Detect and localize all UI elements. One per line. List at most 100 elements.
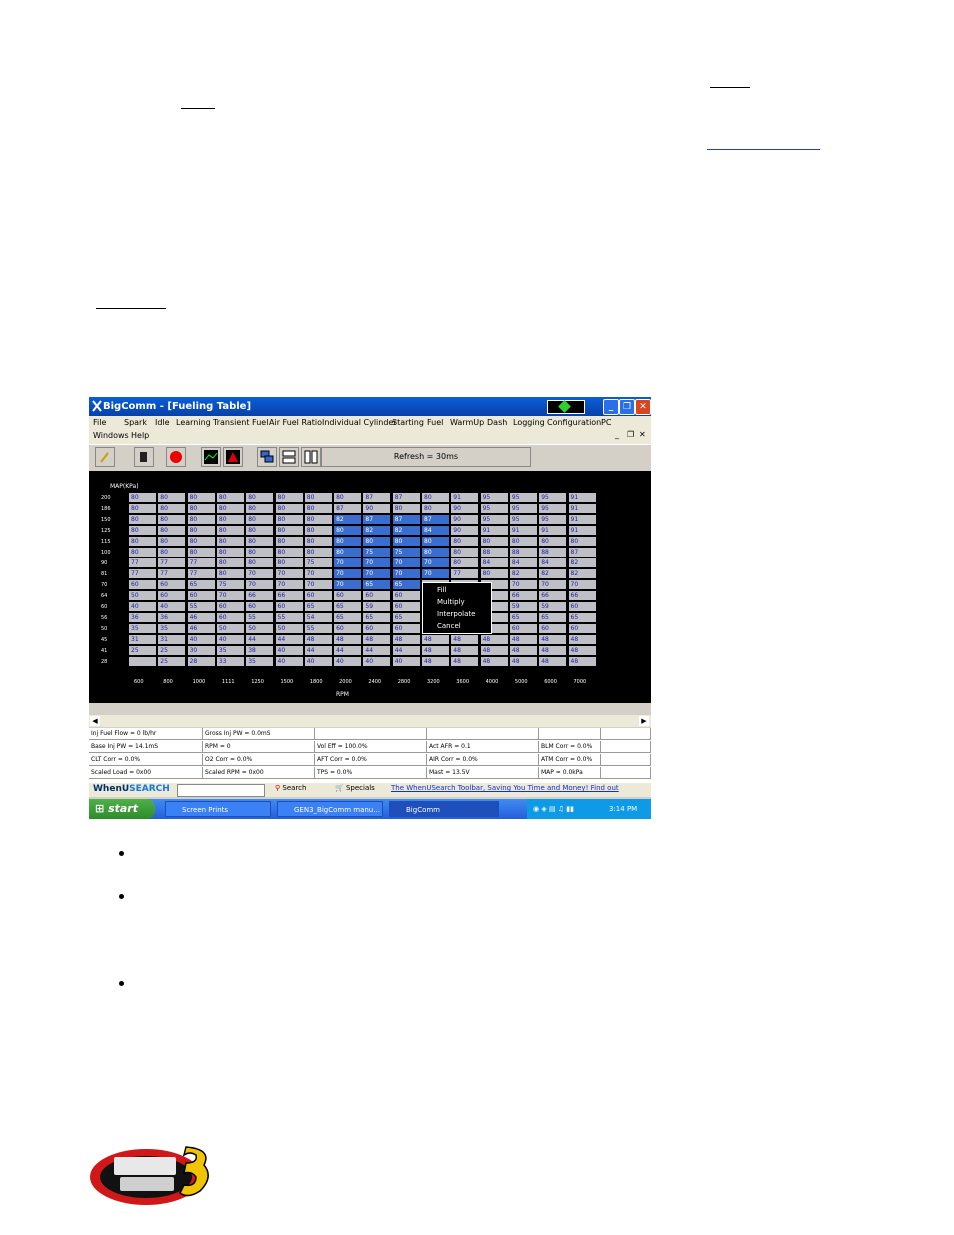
table-cell[interactable]: 54 — [304, 612, 333, 623]
table-cell[interactable]: 48 — [480, 634, 509, 645]
table-cell[interactable]: 44 — [275, 634, 304, 645]
toolbar-button-8[interactable] — [301, 447, 321, 467]
table-cell[interactable]: 80 — [304, 493, 333, 503]
table-cell[interactable]: 35 — [158, 623, 187, 634]
table-cell[interactable]: 90 — [451, 514, 480, 525]
table-cell[interactable]: 46 — [187, 623, 216, 634]
table-cell[interactable]: 80 — [480, 536, 509, 547]
table-cell[interactable]: 84 — [509, 558, 538, 569]
toolbar-button-5[interactable] — [223, 447, 243, 467]
table-cell[interactable]: 80 — [129, 493, 157, 503]
table-cell[interactable]: 87 — [422, 514, 450, 525]
table-cell[interactable]: 95 — [509, 493, 538, 503]
menu-item-individual-cylinder[interactable]: Individual Cylinder — [322, 418, 397, 427]
table-cell[interactable]: 95 — [509, 503, 538, 514]
table-cell[interactable]: 82 — [568, 558, 597, 569]
table-cell[interactable]: 40 — [334, 656, 363, 667]
table-cell[interactable]: 48 — [568, 645, 597, 656]
table-cell[interactable]: 60 — [568, 623, 597, 634]
table-cell[interactable]: 80 — [216, 525, 245, 536]
menu-item-spark[interactable]: Spark — [124, 418, 147, 427]
maximize-button[interactable]: ❐ — [619, 399, 635, 415]
table-cell[interactable]: 95 — [480, 503, 509, 514]
table-cell[interactable]: 80 — [275, 493, 304, 503]
table-cell[interactable]: 80 — [246, 514, 275, 525]
toolbar-button-3[interactable] — [166, 447, 186, 467]
table-cell[interactable]: 59 — [363, 602, 392, 612]
table-cell[interactable]: 70 — [275, 580, 304, 591]
table-cell[interactable]: 25 — [129, 645, 157, 656]
toolbar-button-4[interactable] — [201, 447, 221, 467]
menu-item-file[interactable]: File — [93, 418, 106, 427]
table-cell[interactable]: 48 — [539, 645, 568, 656]
table-cell[interactable]: 80 — [304, 503, 333, 514]
table-cell[interactable]: 48 — [539, 634, 568, 645]
table-cell[interactable]: 80 — [129, 547, 157, 558]
table-cell[interactable]: 91 — [568, 514, 597, 525]
table-cell[interactable]: 36 — [129, 612, 157, 623]
table-cell[interactable]: 80 — [187, 536, 216, 547]
table-cell[interactable]: 65 — [187, 580, 216, 591]
table-cell[interactable]: 31 — [129, 634, 157, 645]
table-cell[interactable]: 95 — [539, 503, 568, 514]
table-cell[interactable]: 80 — [451, 536, 480, 547]
table-cell[interactable]: 70 — [246, 580, 275, 591]
table-cell[interactable]: 33 — [216, 656, 245, 667]
table-cell[interactable]: 80 — [275, 514, 304, 525]
table-cell[interactable]: 80 — [158, 525, 187, 536]
table-cell[interactable]: 80 — [392, 503, 421, 514]
table-cell[interactable]: 66 — [275, 591, 304, 602]
menu-item-help[interactable]: Help — [131, 431, 149, 440]
table-cell[interactable]: 82 — [392, 525, 421, 536]
table-cell[interactable]: 31 — [158, 634, 187, 645]
table-cell[interactable]: 80 — [216, 536, 245, 547]
table-cell[interactable]: 80 — [129, 536, 157, 547]
table-cell[interactable]: 50 — [246, 623, 275, 634]
table-cell[interactable]: 80 — [422, 547, 450, 558]
table-cell[interactable]: 84 — [539, 558, 568, 569]
table-cell[interactable]: 36 — [158, 612, 187, 623]
table-cell[interactable]: 30 — [187, 645, 216, 656]
table-cell[interactable]: 87 — [363, 493, 392, 503]
table-cell[interactable]: 91 — [451, 493, 480, 503]
table-cell[interactable]: 44 — [363, 645, 392, 656]
menu-item-starting[interactable]: Starting — [392, 418, 424, 427]
search-input[interactable] — [177, 784, 265, 797]
menu-item-warmup[interactable]: WarmUp — [450, 418, 484, 427]
table-cell[interactable]: 40 — [275, 645, 304, 656]
table-cell[interactable]: 90 — [451, 503, 480, 514]
mdi-close-button[interactable]: ✕ — [639, 430, 646, 439]
table-cell[interactable]: 80 — [129, 514, 157, 525]
table-cell[interactable]: 35 — [129, 623, 157, 634]
table-cell[interactable]: 77 — [451, 569, 480, 580]
table-cell[interactable]: 48 — [334, 634, 363, 645]
table-cell[interactable]: 91 — [568, 525, 597, 536]
table-cell[interactable]: 48 — [392, 634, 421, 645]
table-cell[interactable]: 60 — [334, 591, 363, 602]
table-cell[interactable]: 80 — [246, 503, 275, 514]
table-cell[interactable]: 84 — [480, 558, 509, 569]
hyperlink-underline[interactable] — [707, 149, 820, 150]
table-cell[interactable]: 70 — [334, 580, 363, 591]
table-cell[interactable]: 80 — [129, 503, 157, 514]
table-cell[interactable]: 40 — [275, 656, 304, 667]
table-cell[interactable]: 48 — [480, 645, 509, 656]
menu-item-logging[interactable]: Logging — [513, 418, 545, 427]
table-cell[interactable]: 80 — [568, 536, 597, 547]
table-cell[interactable]: 48 — [304, 634, 333, 645]
table-cell[interactable]: 60 — [392, 591, 421, 602]
table-cell[interactable]: 60 — [363, 591, 392, 602]
toolbar-button-7[interactable] — [279, 447, 299, 467]
table-cell[interactable]: 40 — [392, 656, 421, 667]
table-cell[interactable]: 80 — [334, 536, 363, 547]
table-cell[interactable]: 82 — [568, 569, 597, 580]
table-cell[interactable]: 80 — [216, 493, 245, 503]
task-manual[interactable]: GEN3_BigComm manu... — [277, 801, 383, 817]
table-cell[interactable]: 80 — [158, 514, 187, 525]
table-cell[interactable] — [129, 656, 157, 667]
table-cell[interactable]: 87 — [392, 493, 421, 503]
table-cell[interactable]: 80 — [216, 558, 245, 569]
table-cell[interactable]: 80 — [246, 525, 275, 536]
table-cell[interactable]: 48 — [509, 656, 538, 667]
table-cell[interactable]: 80 — [392, 536, 421, 547]
